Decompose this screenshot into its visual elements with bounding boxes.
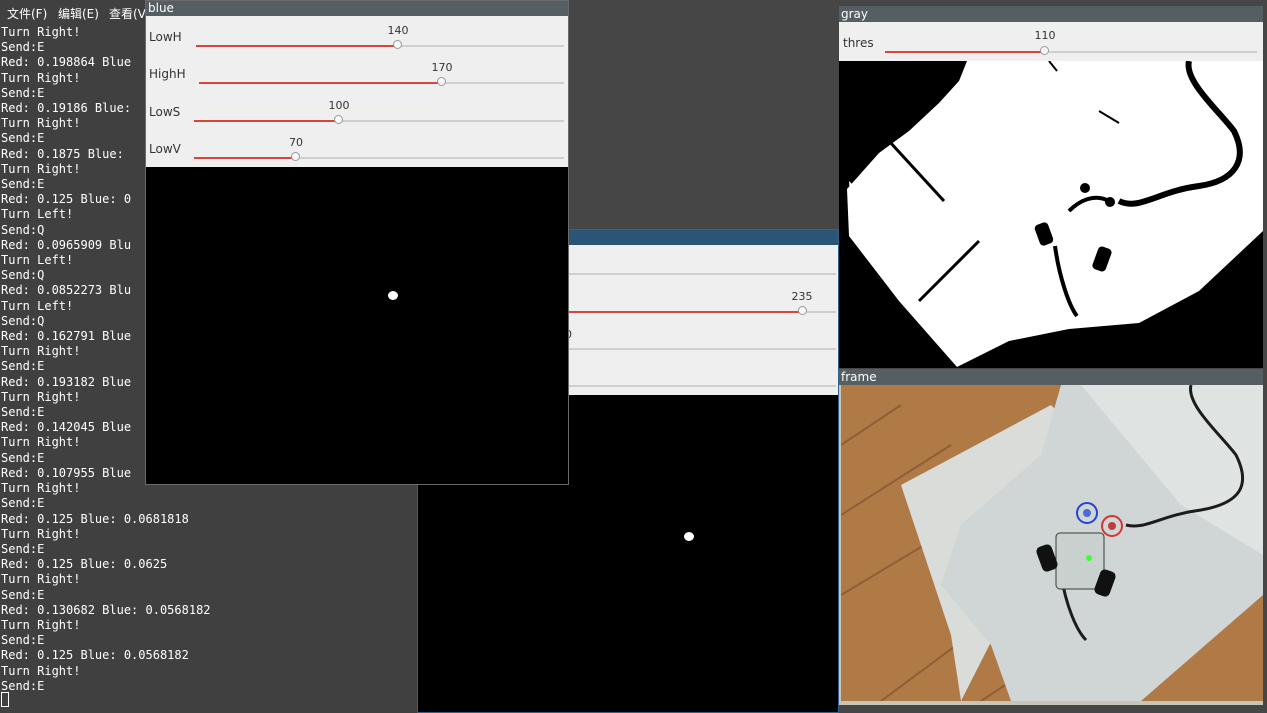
lows-slider-handle[interactable]: [334, 115, 343, 124]
gray-window-titlebar[interactable]: gray: [839, 6, 1263, 22]
frame-window[interactable]: frame: [839, 369, 1263, 705]
terminal-line: Red: 0.125 Blue: 0.0625: [1, 557, 168, 572]
lowh-value: 140: [387, 24, 409, 37]
terminal-line: Send:E: [1, 587, 45, 602]
lows-slider[interactable]: [194, 115, 564, 124]
blue-window-title: blue: [148, 1, 174, 15]
lowv-value: 70: [289, 136, 303, 149]
gray-window-trackbar-panel: thres 110: [839, 22, 1263, 61]
highh-slider[interactable]: [199, 77, 564, 86]
blue-window-trackbar-panel: LowH 140 HighH 170 LowS 100 LowV 70: [146, 16, 568, 167]
highh-label: HighH: [149, 67, 186, 81]
red-slider-2-value: 235: [791, 290, 813, 303]
lowv-slider[interactable]: [194, 152, 564, 161]
thres-slider-handle[interactable]: [1040, 46, 1049, 55]
menu-file[interactable]: 文件(F): [7, 5, 47, 22]
frame-window-titlebar[interactable]: frame: [839, 369, 1263, 385]
lowh-slider-fill: [196, 45, 398, 47]
terminal-line: Red: 0.125 Blue: 0.0568182: [1, 648, 189, 663]
blue-window[interactable]: blue LowH 140 HighH 170 LowS 100 LowV 70: [145, 0, 569, 485]
lows-slider-fill: [194, 120, 339, 122]
red-mask-blob: [684, 532, 694, 541]
blue-window-titlebar[interactable]: blue: [146, 1, 568, 16]
frame-window-title: frame: [841, 370, 877, 384]
terminal-line: Turn Right!: [1, 526, 81, 541]
red-slider-2-handle[interactable]: [798, 306, 807, 315]
terminal-line: Turn Right!: [1, 663, 81, 678]
menu-view[interactable]: 查看(V: [109, 5, 146, 22]
terminal-line: Send:E: [1, 541, 45, 556]
highh-slider-handle[interactable]: [437, 77, 446, 86]
terminal-line: Send:E: [1, 633, 45, 648]
thres-slider[interactable]: [885, 46, 1257, 55]
highh-slider-fill: [199, 82, 442, 84]
thres-value: 110: [1034, 29, 1056, 42]
lowv-slider-handle[interactable]: [291, 152, 300, 161]
terminal-line: Turn Right!: [1, 572, 81, 587]
terminal-line: Send:E: [1, 678, 45, 693]
highh-value: 170: [431, 61, 453, 74]
terminal-cursor: [1, 692, 9, 707]
gray-window[interactable]: gray thres 110: [839, 6, 1263, 368]
lows-label: LowS: [149, 105, 181, 119]
menu-edit[interactable]: 编辑(E): [58, 5, 99, 22]
lowh-slider-handle[interactable]: [393, 40, 402, 49]
terminal-line: Red: 0.130682 Blue: 0.0568182: [1, 602, 211, 617]
camera-frame-image: [841, 385, 1263, 701]
blue-mask-blob: [388, 291, 398, 300]
lowv-label: LowV: [149, 142, 181, 156]
gray-threshold-image: [839, 61, 1263, 368]
lowv-slider-fill: [194, 157, 296, 159]
lowh-slider[interactable]: [196, 40, 564, 49]
thres-label: thres: [843, 36, 874, 50]
terminal-line: Send:E: [1, 496, 45, 511]
gray-window-title: gray: [841, 7, 869, 21]
terminal-line: Turn Right!: [1, 617, 81, 632]
red-slider-3-value: 0: [565, 328, 605, 341]
terminal-line: Red: 0.125 Blue: 0.0681818: [1, 511, 189, 526]
lowh-label: LowH: [149, 30, 182, 44]
thres-slider-fill: [885, 51, 1045, 53]
lows-value: 100: [328, 99, 350, 112]
